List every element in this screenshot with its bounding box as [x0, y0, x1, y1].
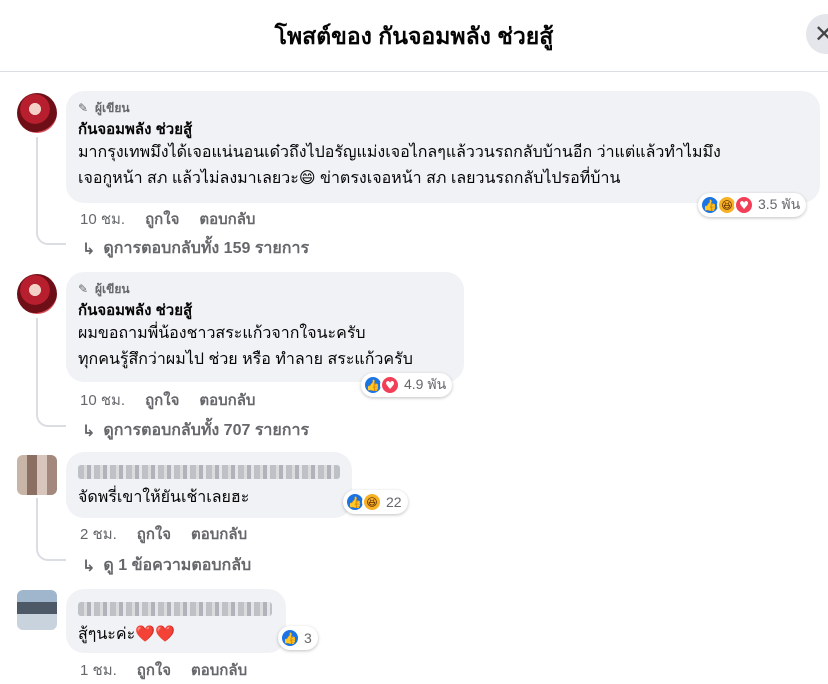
dialog-header: โพสต์ของ กันจอมพลัง ช่วยสู้ ✕	[0, 0, 828, 72]
timestamp[interactable]: 10 ชม.	[80, 388, 125, 412]
comment-bubble: ✎ ผู้เขียน กันจอมพลัง ช่วยสู้ มากรุงเทพม…	[66, 91, 820, 203]
reply-button[interactable]: ตอบกลับ	[191, 522, 247, 546]
comment-actions: 1 ชม. ถูกใจ ตอบกลับ	[80, 658, 247, 682]
author-badge-label: ผู้เขียน	[95, 282, 130, 296]
avatar[interactable]	[17, 93, 57, 133]
timestamp[interactable]: 1 ชม.	[80, 658, 117, 682]
comment-bubble: ✎ ผู้เขียน กันจอมพลัง ช่วยสู้ ผมขอถามพี่…	[66, 272, 464, 382]
author-badge: ✎ ผู้เขียน	[78, 280, 452, 299]
view-replies-link[interactable]: ↳ ดู 1 ข้อความตอบกลับ	[82, 553, 251, 578]
haha-icon: 😆	[362, 492, 382, 512]
avatar[interactable]	[17, 455, 57, 495]
pencil-icon: ✎	[78, 282, 89, 296]
comment-text-line: มากรุงเทพมึงได้เจอแน่นอนเด๋วถึงไปอรัญแม่…	[78, 144, 721, 161]
thread-line	[36, 318, 38, 412]
commenter-name[interactable]: กันจอมพลัง ช่วยสู้	[78, 301, 452, 321]
reaction-summary[interactable]: 👍 3	[278, 626, 318, 650]
reaction-summary[interactable]: 👍 😆 ♥ 3.5 พัน	[698, 193, 807, 217]
reaction-count: 22	[386, 494, 402, 510]
like-button[interactable]: ถูกใจ	[137, 658, 171, 682]
page-title: โพสต์ของ กันจอมพลัง ช่วยสู้	[274, 23, 554, 49]
reaction-summary[interactable]: 👍 😆 22	[343, 490, 408, 514]
close-icon: ✕	[814, 20, 828, 48]
view-replies-label: ดูการตอบกลับทั้ง 707 รายการ	[103, 422, 310, 439]
like-icon: 👍	[280, 628, 300, 648]
blurred-commenter-name[interactable]	[78, 465, 340, 479]
thread-line	[36, 498, 38, 546]
reply-button[interactable]: ตอบกลับ	[199, 388, 255, 412]
comment-actions: 10 ชม. ถูกใจ ตอบกลับ	[80, 388, 255, 412]
blurred-commenter-name[interactable]	[78, 602, 272, 616]
thread-line	[36, 137, 38, 231]
comment-text-line: จัดพรี่เขาให้ยันเช้าเลยฮะ	[78, 489, 250, 506]
reaction-count: 3	[304, 630, 312, 646]
avatar[interactable]	[17, 274, 57, 314]
reply-button[interactable]: ตอบกลับ	[199, 207, 255, 231]
view-replies-link[interactable]: ↳ ดูการตอบกลับทั้ง 707 รายการ	[82, 418, 309, 443]
reply-button[interactable]: ตอบกลับ	[191, 658, 247, 682]
comment-actions: 2 ชม. ถูกใจ ตอบกลับ	[80, 522, 247, 546]
thread-curve	[36, 411, 66, 427]
reply-arrow-icon: ↳	[82, 239, 96, 258]
like-button[interactable]: ถูกใจ	[145, 207, 179, 231]
comment-bubble: สู้ๆนะค่ะ❤️❤️	[66, 589, 286, 653]
reaction-summary[interactable]: 👍 ♥ 4.9 พัน	[361, 373, 453, 397]
author-badge-label: ผู้เขียน	[95, 101, 130, 115]
love-icon: ♥	[734, 195, 754, 215]
reply-arrow-icon: ↳	[82, 556, 96, 575]
comment-text-line: สู้ๆนะค่ะ❤️❤️	[78, 626, 176, 643]
timestamp[interactable]: 2 ชม.	[80, 522, 117, 546]
comment-actions: 10 ชม. ถูกใจ ตอบกลับ	[80, 207, 255, 231]
view-replies-label: ดู 1 ข้อความตอบกลับ	[103, 557, 252, 574]
comment-text-line: ทุกคนรู้สึกว่าผมไป ช่วย หรือ ทำลาย สระแก…	[78, 351, 413, 368]
like-button[interactable]: ถูกใจ	[137, 522, 171, 546]
thread-curve	[36, 545, 66, 561]
like-button[interactable]: ถูกใจ	[145, 388, 179, 412]
author-badge: ✎ ผู้เขียน	[78, 99, 808, 118]
reaction-count: 4.9 พัน	[404, 376, 447, 392]
comment-text-line: ผมขอถามพี่น้องชาวสระแก้วจากใจนะครับ	[78, 325, 366, 342]
timestamp[interactable]: 10 ชม.	[80, 207, 125, 231]
love-icon: ♥	[380, 375, 400, 395]
commenter-name[interactable]: กันจอมพลัง ช่วยสู้	[78, 120, 808, 140]
reply-arrow-icon: ↳	[82, 421, 96, 440]
view-replies-link[interactable]: ↳ ดูการตอบกลับทั้ง 159 รายการ	[82, 236, 309, 261]
thread-curve	[36, 229, 66, 245]
avatar[interactable]	[17, 590, 57, 630]
comment-bubble: จัดพรี่เขาให้ยันเช้าเลยฮะ	[66, 452, 352, 518]
comment-text-line: เจอกูหน้า สภ แล้วไม่ลงมาเลยวะ😄 ข่าตรงเจอ…	[78, 170, 621, 187]
view-replies-label: ดูการตอบกลับทั้ง 159 รายการ	[103, 240, 310, 257]
reaction-count: 3.5 พัน	[758, 196, 801, 212]
pencil-icon: ✎	[78, 101, 89, 115]
